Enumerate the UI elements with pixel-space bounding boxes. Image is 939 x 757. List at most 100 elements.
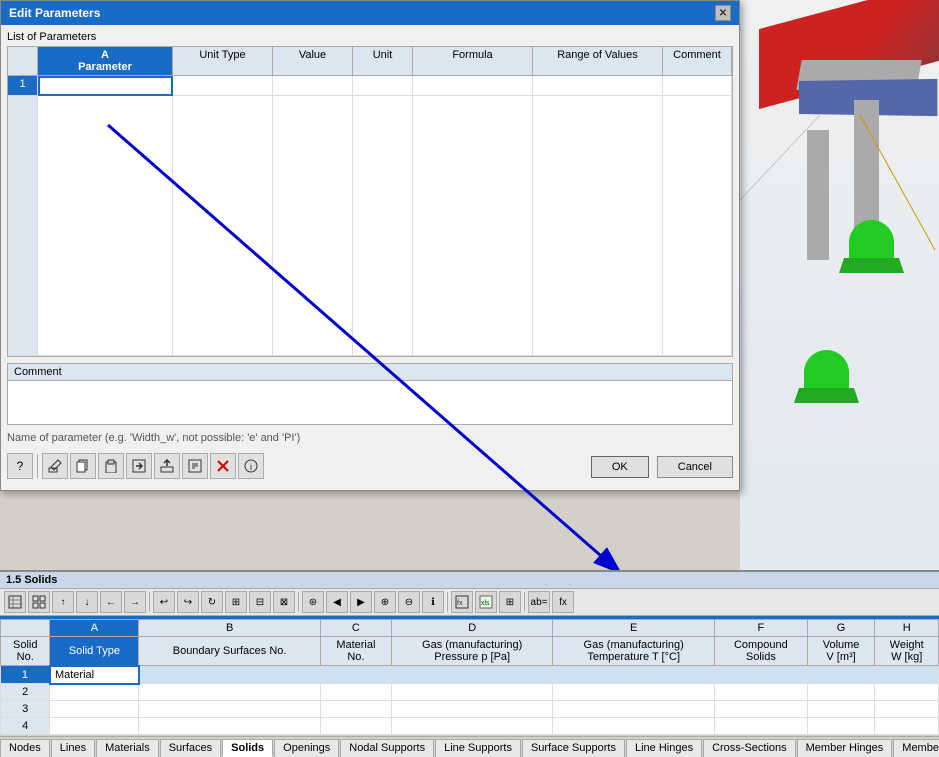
cell-1-g[interactable] bbox=[663, 76, 732, 96]
btb-fx[interactable]: fx bbox=[552, 591, 574, 613]
dialog-titlebar: Edit Parameters ✕ bbox=[1, 1, 739, 25]
cell-1-d[interactable] bbox=[353, 76, 413, 96]
cell-temperature-2[interactable] bbox=[553, 684, 715, 701]
btb-excel[interactable]: xls bbox=[475, 591, 497, 613]
ok-button[interactable]: OK bbox=[591, 456, 649, 478]
btb-refresh[interactable]: ↻ bbox=[201, 591, 223, 613]
btb-btn-2[interactable] bbox=[28, 591, 50, 613]
cell-1-f[interactable] bbox=[533, 76, 663, 96]
cell-type-1[interactable]: Material bbox=[50, 666, 139, 684]
cell-type-4[interactable] bbox=[50, 718, 139, 735]
cell-boundary-3[interactable] bbox=[139, 701, 320, 718]
btb-delete2[interactable]: ⊠ bbox=[273, 591, 295, 613]
cell-boundary-2[interactable] bbox=[139, 684, 320, 701]
cell-compound-1[interactable] bbox=[714, 666, 807, 684]
comment-textarea[interactable] bbox=[8, 381, 732, 421]
btb-export2[interactable]: fx bbox=[451, 591, 473, 613]
cell-temperature-4[interactable] bbox=[553, 718, 715, 735]
table-row-2[interactable]: 2 bbox=[1, 684, 939, 701]
table-row-4[interactable]: 4 bbox=[1, 718, 939, 735]
btb-paste2[interactable]: ⊟ bbox=[249, 591, 271, 613]
edit-button[interactable] bbox=[42, 453, 68, 479]
cell-weight-2[interactable] bbox=[875, 684, 939, 701]
tab-line-hinges[interactable]: Line Hinges bbox=[626, 739, 702, 757]
cell-pressure-3[interactable] bbox=[391, 701, 553, 718]
cell-input-1-a[interactable] bbox=[44, 80, 167, 92]
cell-boundary-4[interactable] bbox=[139, 718, 320, 735]
cell-temperature-3[interactable] bbox=[553, 701, 715, 718]
btb-filter[interactable]: ⊛ bbox=[302, 591, 324, 613]
cell-weight-1[interactable] bbox=[875, 666, 939, 684]
btb-btn-arrow-l[interactable]: ◀ bbox=[326, 591, 348, 613]
table-row-3[interactable]: 3 bbox=[1, 701, 939, 718]
cell-compound-2[interactable] bbox=[714, 684, 807, 701]
cell-weight-3[interactable] bbox=[875, 701, 939, 718]
table-row-1[interactable]: 1 Material bbox=[1, 666, 939, 684]
delete-button[interactable] bbox=[210, 453, 236, 479]
cell-1-c[interactable] bbox=[273, 76, 353, 96]
tab-openings[interactable]: Openings bbox=[274, 739, 339, 757]
cell-pressure-2[interactable] bbox=[391, 684, 553, 701]
comment-label: Comment bbox=[8, 364, 732, 381]
cell-volume-2[interactable] bbox=[807, 684, 875, 701]
btb-redo[interactable]: ↪ bbox=[177, 591, 199, 613]
btb-copy2[interactable]: ⊞ bbox=[225, 591, 247, 613]
cell-pressure-4[interactable] bbox=[391, 718, 553, 735]
import-button[interactable] bbox=[126, 453, 152, 479]
btb-btn-collapse[interactable]: ⊖ bbox=[398, 591, 420, 613]
tab-surface-supports[interactable]: Surface Supports bbox=[522, 739, 625, 757]
tab-line-supports[interactable]: Line Supports bbox=[435, 739, 521, 757]
cell-weight-4[interactable] bbox=[875, 718, 939, 735]
btb-btn-6[interactable]: → bbox=[124, 591, 146, 613]
cell-type-3[interactable] bbox=[50, 701, 139, 718]
btb-btn-arrow-r[interactable]: ▶ bbox=[350, 591, 372, 613]
tab-member-hinges[interactable]: Member Hinges bbox=[797, 739, 893, 757]
paste-button[interactable] bbox=[98, 453, 124, 479]
btb-btn-1[interactable] bbox=[4, 591, 26, 613]
cell-1-e[interactable] bbox=[413, 76, 533, 96]
cell-1-a[interactable] bbox=[38, 76, 173, 96]
cell-material-2[interactable] bbox=[320, 684, 391, 701]
btb-btn-expand[interactable]: ⊕ bbox=[374, 591, 396, 613]
cell-volume-4[interactable] bbox=[807, 718, 875, 735]
cell-material-4[interactable] bbox=[320, 718, 391, 735]
cell-volume-1[interactable] bbox=[807, 666, 875, 684]
bottom-table: A B C D E F G H SolidNo. Solid Type Boun… bbox=[0, 619, 939, 735]
cell-compound-3[interactable] bbox=[714, 701, 807, 718]
col-name-boundary: Boundary Surfaces No. bbox=[139, 637, 320, 666]
toolbar-separator-1 bbox=[37, 454, 38, 478]
tab-lines[interactable]: Lines bbox=[51, 739, 95, 757]
cell-material-3[interactable] bbox=[320, 701, 391, 718]
cell-material-1[interactable] bbox=[320, 666, 391, 684]
cell-boundary-1[interactable] bbox=[139, 666, 320, 684]
btb-btn-info[interactable]: ℹ bbox=[422, 591, 444, 613]
calc-button[interactable] bbox=[182, 453, 208, 479]
btb-btn-5[interactable]: ← bbox=[100, 591, 122, 613]
col-name-solid-no: SolidNo. bbox=[1, 637, 50, 666]
btb-btn-4[interactable]: ↓ bbox=[76, 591, 98, 613]
cell-pressure-1[interactable] bbox=[391, 666, 553, 684]
tab-nodal-supports[interactable]: Nodal Supports bbox=[340, 739, 434, 757]
cell-volume-3[interactable] bbox=[807, 701, 875, 718]
tab-solids[interactable]: Solids bbox=[222, 739, 273, 757]
btb-undo[interactable]: ↩ bbox=[153, 591, 175, 613]
tab-cross-sections[interactable]: Cross-Sections bbox=[703, 739, 796, 757]
help-button[interactable]: ? bbox=[7, 453, 33, 479]
cell-type-2[interactable] bbox=[50, 684, 139, 701]
copy-button[interactable] bbox=[70, 453, 96, 479]
cancel-button[interactable]: Cancel bbox=[657, 456, 733, 478]
row-number-1[interactable]: 1 bbox=[8, 76, 38, 96]
btb-print[interactable]: ⊞ bbox=[499, 591, 521, 613]
btb-btn-3[interactable]: ↑ bbox=[52, 591, 74, 613]
tab-surfaces[interactable]: Surfaces bbox=[160, 739, 221, 757]
close-button[interactable]: ✕ bbox=[715, 5, 731, 21]
export-button[interactable] bbox=[154, 453, 180, 479]
tab-nodes[interactable]: Nodes bbox=[0, 739, 50, 757]
cell-temperature-1[interactable] bbox=[553, 666, 715, 684]
info-button[interactable]: i bbox=[238, 453, 264, 479]
cell-compound-4[interactable] bbox=[714, 718, 807, 735]
cell-1-b[interactable] bbox=[173, 76, 273, 96]
tab-materials[interactable]: Materials bbox=[96, 739, 159, 757]
tab-member-eccentricities[interactable]: Member Eccentricities bbox=[893, 739, 939, 757]
btb-func[interactable]: ab= bbox=[528, 591, 550, 613]
